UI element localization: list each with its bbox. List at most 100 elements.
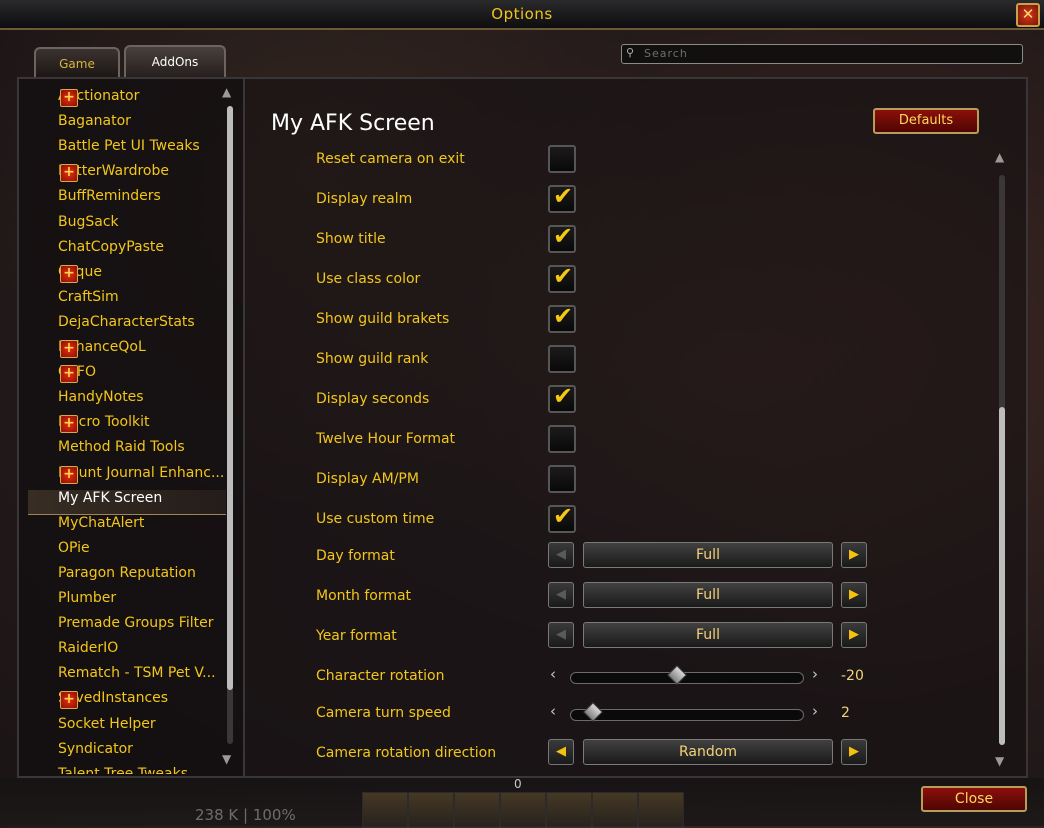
addon-list-item[interactable]: DejaCharacterStats <box>58 314 195 334</box>
addon-list-item[interactable]: Plumber <box>58 590 116 610</box>
setting-label: Year format <box>316 628 397 644</box>
defaults-button[interactable]: Defaults <box>873 108 979 134</box>
expand-plus-icon[interactable]: + <box>60 691 78 710</box>
addon-name: CraftSim <box>58 288 119 305</box>
setting-checkbox[interactable]: ✔ <box>548 262 576 293</box>
next-arrow-button[interactable]: ▶ <box>841 622 867 648</box>
slider-thumb[interactable] <box>667 665 687 685</box>
setting-label: Month format <box>316 588 412 604</box>
settings-scroll-down-icon[interactable]: ▼ <box>995 754 1004 768</box>
setting-checkbox[interactable] <box>548 145 576 173</box>
previous-arrow-button[interactable]: ◀ <box>548 739 574 765</box>
addon-list-item[interactable]: + Mount Journal Enhanc... <box>58 465 224 485</box>
setting-label: Use custom time <box>316 511 435 527</box>
addon-scrollbar[interactable] <box>227 106 233 744</box>
setting-checkbox[interactable] <box>548 465 576 493</box>
addon-list-item[interactable]: + Macro Toolkit <box>58 414 150 434</box>
next-arrow-button[interactable]: ▶ <box>841 739 867 765</box>
setting-checkbox[interactable]: ✔ <box>548 502 576 533</box>
addon-name: BugSack <box>58 213 119 230</box>
expand-plus-icon[interactable]: + <box>60 415 78 434</box>
settings-scroll-thumb[interactable] <box>999 407 1005 745</box>
slider-decrease-icon[interactable]: ‹ <box>550 702 556 720</box>
expand-plus-icon[interactable]: + <box>60 340 78 358</box>
setting-checkbox[interactable] <box>548 425 576 453</box>
addon-list-item[interactable]: RaiderIO <box>58 640 118 660</box>
setting-row: Display seconds ✔ <box>316 382 996 415</box>
expand-plus-icon[interactable]: + <box>60 365 78 384</box>
slider-increase-icon[interactable]: › <box>812 702 818 720</box>
addon-list-item[interactable]: Method Raid Tools <box>58 439 185 459</box>
addon-list-item[interactable]: My AFK Screen <box>58 490 162 510</box>
addon-list-item[interactable]: ChatCopyPaste <box>58 239 164 259</box>
addon-name: BuffReminders <box>58 188 161 205</box>
addon-list-item[interactable]: Baganator <box>58 113 131 133</box>
addon-list-item[interactable]: + Auctionator <box>58 88 139 108</box>
addon-list-item[interactable]: + Clique <box>58 264 102 284</box>
page-title: My AFK Screen <box>271 111 435 136</box>
addon-list-item[interactable]: OPie <box>58 540 90 560</box>
next-arrow-button[interactable]: ▶ <box>841 582 867 608</box>
close-button[interactable]: Close <box>921 786 1027 812</box>
addon-list-item[interactable]: Battle Pet UI Tweaks <box>58 138 200 158</box>
addon-name: Battle Pet UI Tweaks <box>58 138 200 155</box>
addon-list-item[interactable]: BuffReminders <box>58 188 161 208</box>
expand-plus-icon[interactable]: + <box>60 264 78 283</box>
setting-label: Display seconds <box>316 391 430 407</box>
addon-scroll-up-icon[interactable]: ▲ <box>222 85 231 99</box>
setting-row: Display AM/PM <box>316 465 996 495</box>
addon-list-item[interactable]: + BetterWardrobe <box>58 163 169 183</box>
settings-scroll-up-icon[interactable]: ▲ <box>995 150 1004 164</box>
setting-row: Display realm ✔ <box>316 182 996 215</box>
search-input[interactable]: ⚲ Search <box>621 44 1023 64</box>
previous-arrow-button[interactable]: ◀ <box>548 542 574 568</box>
slider-increase-icon[interactable]: › <box>812 665 818 683</box>
addon-list-item[interactable]: HandyNotes <box>58 389 144 409</box>
dropdown-select[interactable]: Full <box>583 582 833 608</box>
previous-arrow-button[interactable]: ◀ <box>548 582 574 608</box>
next-arrow-button[interactable]: ▶ <box>841 542 867 568</box>
addon-name: Baganator <box>58 113 131 130</box>
close-icon[interactable]: ✕ <box>1016 3 1040 27</box>
dropdown-select[interactable]: Random <box>583 739 833 765</box>
slider-decrease-icon[interactable]: ‹ <box>550 665 556 683</box>
tab-game[interactable]: Game <box>34 47 120 77</box>
addon-list-item[interactable]: Rematch - TSM Pet V... <box>58 665 216 685</box>
addon-list-item[interactable]: Premade Groups Filter <box>58 615 213 635</box>
addon-list-item[interactable]: CraftSim <box>58 289 119 309</box>
setting-label: Show guild brakets <box>316 311 450 327</box>
addon-scroll-down-icon[interactable]: ▼ <box>222 752 231 766</box>
setting-checkbox[interactable] <box>548 345 576 373</box>
checkmark-icon: ✔ <box>553 502 574 530</box>
setting-checkbox[interactable]: ✔ <box>548 382 576 413</box>
addon-list-item[interactable]: MyChatAlert <box>58 515 144 535</box>
slider-thumb[interactable] <box>583 702 604 722</box>
addon-list-item[interactable]: Paragon Reputation <box>58 565 196 585</box>
expand-plus-icon[interactable]: + <box>60 164 78 183</box>
action-slot <box>408 792 454 828</box>
setting-label: Twelve Hour Format <box>316 431 456 447</box>
tab-addons[interactable]: AddOns <box>124 45 226 79</box>
previous-arrow-button[interactable]: ◀ <box>548 622 574 648</box>
addon-list-item[interactable]: + EnhanceQoL <box>58 339 146 359</box>
addon-scroll-thumb[interactable] <box>227 106 233 690</box>
slider-track[interactable] <box>570 665 804 685</box>
settings-scrollbar[interactable] <box>999 175 1005 745</box>
setting-checkbox[interactable]: ✔ <box>548 182 576 213</box>
addon-list-item[interactable]: Socket Helper <box>58 716 156 736</box>
addon-list-item[interactable]: +GTFO <box>58 364 96 384</box>
setting-label: Camera rotation direction <box>316 745 497 761</box>
slider-track[interactable] <box>570 702 804 722</box>
addon-list-item[interactable]: Syndicator <box>58 741 133 761</box>
dropdown-select[interactable]: Full <box>583 542 833 568</box>
setting-checkbox[interactable]: ✔ <box>548 302 576 333</box>
dropdown-select[interactable]: Full <box>583 622 833 648</box>
addon-list-item[interactable]: Talent Tree Tweaks <box>58 766 188 774</box>
addon-list-item[interactable]: + SavedInstances <box>58 690 168 710</box>
slider-value: 2 <box>841 705 850 721</box>
setting-checkbox[interactable]: ✔ <box>548 222 576 253</box>
addon-name: Method Raid Tools <box>58 439 185 456</box>
expand-plus-icon[interactable]: + <box>60 465 78 484</box>
addon-list-item[interactable]: BugSack <box>58 214 119 234</box>
expand-plus-icon[interactable]: + <box>60 89 78 107</box>
